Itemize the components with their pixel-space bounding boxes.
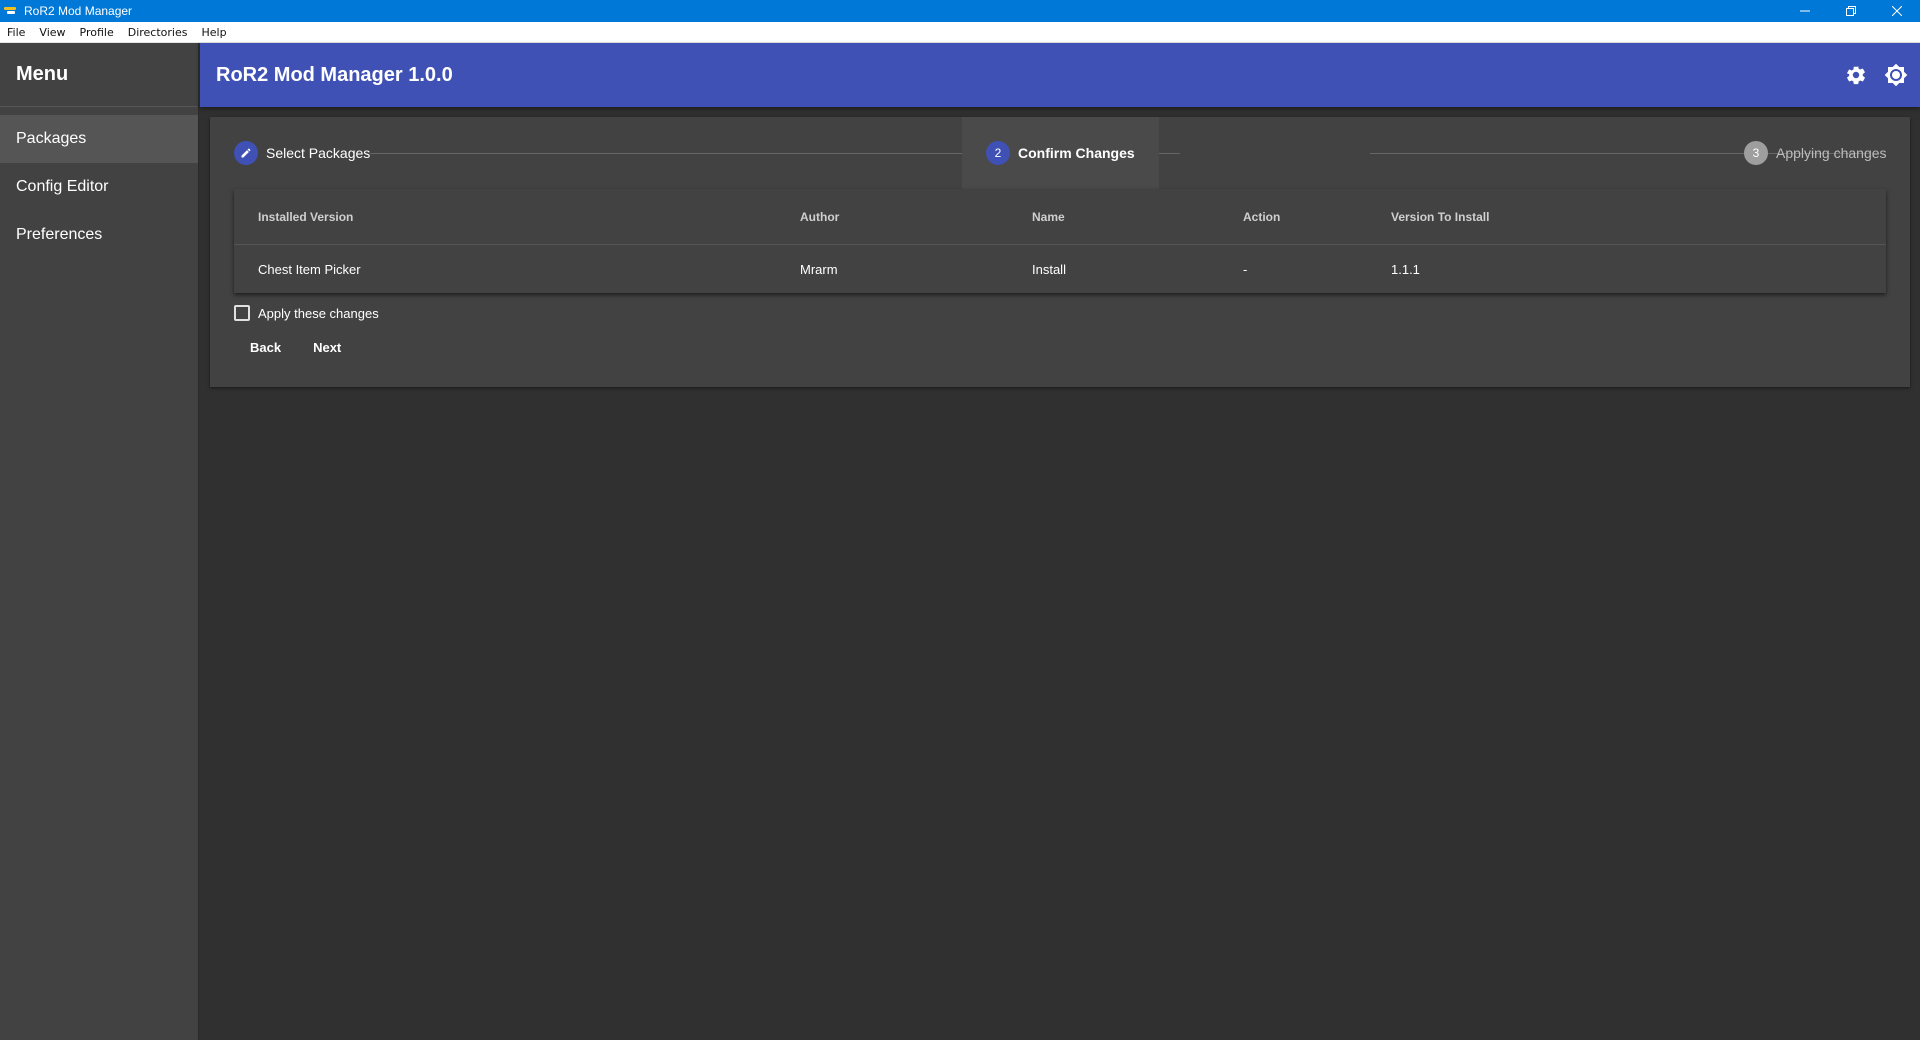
apply-changes-checkbox[interactable] xyxy=(234,305,250,321)
step-select-packages[interactable]: Select Packages xyxy=(234,117,370,189)
sidebar-item-packages[interactable]: Packages xyxy=(0,115,198,163)
table-cell: - xyxy=(1243,261,1248,277)
column-header-name: Name xyxy=(1032,209,1065,224)
step-label: Applying changes xyxy=(1776,145,1887,161)
changes-table: Installed Version Author Name Action Ver… xyxy=(234,189,1886,293)
step-label: Confirm Changes xyxy=(1018,145,1135,161)
table-cell: Mrarm xyxy=(800,261,838,277)
menu-directories[interactable]: Directories xyxy=(121,26,195,39)
table-cell: 1.1.1 xyxy=(1391,261,1420,277)
table-cell: Chest Item Picker xyxy=(258,261,361,277)
step-label: Select Packages xyxy=(266,145,371,161)
app-title: RoR2 Mod Manager 1.0.0 xyxy=(216,63,453,86)
stepper: Select Packages 2 Confirm Changes 3 Appl… xyxy=(210,117,1910,189)
sidebar-heading: Menu xyxy=(0,43,198,107)
sidebar-item-config-editor[interactable]: Config Editor xyxy=(0,163,198,211)
menu-profile[interactable]: Profile xyxy=(73,26,121,39)
menu-help[interactable]: Help xyxy=(194,26,233,39)
menu-file[interactable]: File xyxy=(0,26,32,39)
step-number: 3 xyxy=(1744,141,1768,165)
table-cell: Install xyxy=(1032,261,1066,277)
close-icon[interactable] xyxy=(1874,0,1920,22)
app-icon xyxy=(4,5,18,17)
table-header-row: Installed Version Author Name Action Ver… xyxy=(234,189,1886,245)
sidebar-item-label: Packages xyxy=(16,130,87,147)
restore-icon[interactable] xyxy=(1828,0,1874,22)
window-title: RoR2 Mod Manager xyxy=(24,4,133,18)
minimize-icon[interactable] xyxy=(1782,0,1828,22)
content-panel: Select Packages 2 Confirm Changes 3 Appl… xyxy=(210,117,1910,387)
apply-changes-label[interactable]: Apply these changes xyxy=(258,306,379,321)
apply-changes-control[interactable]: Apply these changes xyxy=(234,305,379,321)
sidebar-item-label: Preferences xyxy=(16,226,103,243)
sidebar-items: Packages Config Editor Preferences xyxy=(0,107,198,259)
app-bar-tools xyxy=(1842,43,1910,107)
window-controls xyxy=(1782,0,1920,22)
column-header-author: Author xyxy=(800,209,840,224)
window-titlebar: RoR2 Mod Manager xyxy=(0,0,1920,22)
column-header-action: Action xyxy=(1243,209,1281,224)
back-button[interactable]: Back xyxy=(234,329,297,365)
step-number: 2 xyxy=(986,141,1010,165)
step-applying-changes: 3 Applying changes xyxy=(1744,117,1887,189)
settings-gear-icon[interactable] xyxy=(1842,61,1870,89)
menu-bar: File View Profile Directories Help xyxy=(0,22,1920,43)
stepper-actions: Back Next xyxy=(234,329,357,365)
table-row: Chest Item Picker Mrarm Install - 1.1.1 xyxy=(234,245,1886,293)
brightness-icon[interactable] xyxy=(1882,61,1910,89)
step-confirm-changes[interactable]: 2 Confirm Changes xyxy=(962,117,1159,189)
sidebar-item-preferences[interactable]: Preferences xyxy=(0,211,198,259)
column-header-installed-version: Installed Version xyxy=(258,209,354,224)
sidebar-item-label: Config Editor xyxy=(16,178,109,195)
sidebar: Menu Packages Config Editor Preferences xyxy=(0,43,199,1040)
app-bar: RoR2 Mod Manager 1.0.0 xyxy=(200,43,1920,107)
menu-view[interactable]: View xyxy=(32,26,72,39)
next-button[interactable]: Next xyxy=(297,329,357,365)
pencil-icon xyxy=(234,141,258,165)
column-header-version-to-install: Version To Install xyxy=(1391,209,1490,224)
